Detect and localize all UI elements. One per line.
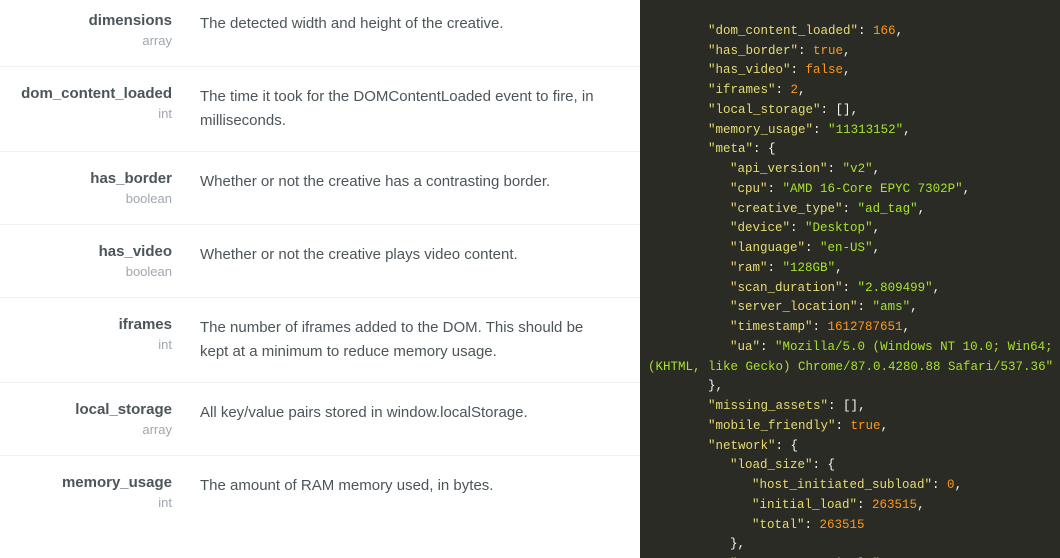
param-row: local_storage array All key/value pairs … xyxy=(0,382,640,455)
param-name: has_video xyxy=(0,243,172,260)
param-type: int xyxy=(0,106,172,121)
param-desc: The number of iframes added to the DOM. … xyxy=(200,316,640,364)
param-meta: has_border boolean xyxy=(0,170,200,206)
param-row: dimensions array The detected width and … xyxy=(0,0,640,66)
param-desc: The detected width and height of the cre… xyxy=(200,12,640,48)
param-meta: dom_content_loaded int xyxy=(0,85,200,133)
param-meta: memory_usage int xyxy=(0,474,200,510)
json-code-block: "dom_content_loaded": 166,"has_border": … xyxy=(640,20,1056,558)
param-desc: The time it took for the DOMContentLoade… xyxy=(200,85,640,133)
param-type: int xyxy=(0,337,172,352)
param-desc: The amount of RAM memory used, in bytes. xyxy=(200,474,640,510)
param-desc: All key/value pairs stored in window.loc… xyxy=(200,401,640,437)
param-name: local_storage xyxy=(0,401,172,418)
param-type: array xyxy=(0,422,172,437)
param-desc: Whether or not the creative plays video … xyxy=(200,243,640,279)
param-name: dom_content_loaded xyxy=(0,85,172,102)
param-meta: local_storage array xyxy=(0,401,200,437)
param-row: iframes int The number of iframes added … xyxy=(0,297,640,382)
param-desc: Whether or not the creative has a contra… xyxy=(200,170,640,206)
param-name: memory_usage xyxy=(0,474,172,491)
param-row: has_border boolean Whether or not the cr… xyxy=(0,151,640,224)
parameter-list: dimensions array The detected width and … xyxy=(0,0,640,558)
param-type: int xyxy=(0,495,172,510)
param-meta: dimensions array xyxy=(0,12,200,48)
param-type: boolean xyxy=(0,191,172,206)
param-type: array xyxy=(0,33,172,48)
param-type: boolean xyxy=(0,264,172,279)
param-meta: has_video boolean xyxy=(0,243,200,279)
param-row: has_video boolean Whether or not the cre… xyxy=(0,224,640,297)
param-row: memory_usage int The amount of RAM memor… xyxy=(0,455,640,528)
param-name: iframes xyxy=(0,316,172,333)
code-sample: "dom_content_loaded": 166,"has_border": … xyxy=(640,0,1060,558)
param-row: dom_content_loaded int The time it took … xyxy=(0,66,640,151)
param-name: dimensions xyxy=(0,12,172,29)
param-meta: iframes int xyxy=(0,316,200,364)
param-name: has_border xyxy=(0,170,172,187)
